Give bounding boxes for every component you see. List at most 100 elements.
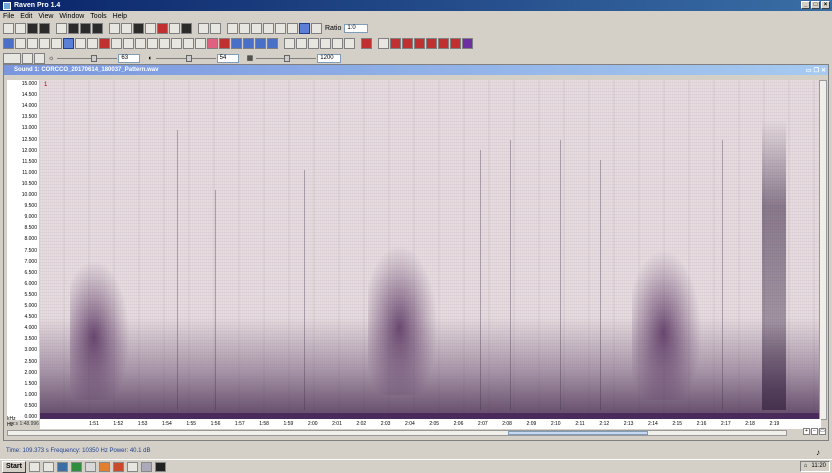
play-selection-icon[interactable] — [239, 22, 250, 34]
brightness-field[interactable]: 63 — [118, 53, 141, 63]
rate-icon[interactable] — [311, 22, 322, 34]
doc-restore-icon[interactable]: ❐ — [814, 66, 819, 76]
forward-icon[interactable] — [296, 37, 307, 49]
filter-icon[interactable] — [121, 22, 132, 34]
powerpoint-icon[interactable] — [112, 461, 124, 472]
play-icon[interactable] — [227, 22, 238, 34]
brightness-slider[interactable] — [57, 54, 118, 63]
align-center-icon[interactable] — [402, 37, 413, 49]
lines-icon[interactable] — [15, 37, 26, 49]
flag-icon[interactable] — [126, 461, 138, 472]
histogram-icon[interactable] — [39, 37, 50, 49]
hand-icon[interactable] — [75, 37, 86, 49]
horizontal-scrollbar[interactable] — [7, 430, 787, 436]
paste-icon[interactable] — [92, 22, 103, 34]
raven-task-icon[interactable] — [140, 461, 152, 472]
vertical-scrollbar[interactable] — [819, 80, 827, 420]
zoom-in-button[interactable]: + — [803, 428, 810, 435]
zoom-y-icon[interactable] — [171, 37, 182, 49]
scroll-thumb[interactable] — [508, 431, 648, 435]
close-button[interactable]: × — [821, 1, 830, 9]
play-forward-icon[interactable] — [263, 22, 274, 34]
zoom-in-icon[interactable] — [198, 22, 209, 34]
desktop-icon[interactable] — [42, 461, 54, 472]
size-field[interactable]: 1200 — [317, 53, 342, 63]
menu-window[interactable]: Window — [59, 13, 84, 20]
table-icon[interactable] — [181, 22, 192, 34]
grid-icon[interactable] — [169, 22, 180, 34]
stop-icon[interactable] — [287, 22, 298, 34]
align-icon[interactable] — [378, 37, 389, 49]
scroll-right-icon[interactable] — [195, 37, 206, 49]
zoom-out-button[interactable]: − — [811, 428, 818, 435]
delete-icon[interactable] — [157, 22, 168, 34]
excel-icon[interactable] — [70, 461, 82, 472]
spectrum-icon[interactable] — [51, 37, 62, 49]
record-icon[interactable] — [68, 22, 79, 34]
align-bottom-icon[interactable] — [450, 37, 461, 49]
spectrogram-view[interactable]: 1 — [40, 80, 821, 419]
clear-icon[interactable] — [361, 37, 372, 49]
panel-3-icon[interactable] — [255, 37, 266, 49]
zoom-sel-icon[interactable] — [147, 37, 158, 49]
menu-help[interactable]: Help — [113, 13, 127, 20]
play-visible-icon[interactable] — [251, 22, 262, 34]
open-icon[interactable] — [15, 22, 26, 34]
minimize-button[interactable]: _ — [801, 1, 810, 9]
bars-icon[interactable] — [27, 37, 38, 49]
new-icon[interactable] — [3, 22, 14, 34]
scroll-left-icon[interactable] — [183, 37, 194, 49]
menu-edit[interactable]: Edit — [20, 13, 32, 20]
panel-4-icon[interactable] — [267, 37, 278, 49]
align-mid-icon[interactable] — [438, 37, 449, 49]
terminal-icon[interactable] — [154, 461, 166, 472]
layout-icon[interactable] — [145, 22, 156, 34]
copy-sel-icon[interactable] — [320, 37, 331, 49]
explorer-icon[interactable] — [28, 461, 40, 472]
save-as-icon[interactable] — [39, 22, 50, 34]
firefox-icon[interactable] — [98, 461, 110, 472]
crosshair-icon[interactable] — [63, 37, 74, 49]
view-icon[interactable] — [133, 22, 144, 34]
save-icon[interactable] — [27, 22, 38, 34]
paste-sel-icon[interactable] — [332, 37, 343, 49]
settings-icon[interactable] — [344, 37, 355, 49]
expand-icon[interactable] — [462, 37, 473, 49]
refresh-icon[interactable] — [87, 37, 98, 49]
zoom-x-icon[interactable] — [159, 37, 170, 49]
tray-icon[interactable]: ⌂ — [804, 462, 808, 471]
zoom-fit-button[interactable]: ▭ — [819, 428, 826, 435]
view-select-icon[interactable] — [3, 52, 21, 64]
menu-file[interactable]: File — [3, 13, 14, 20]
contrast-field[interactable]: 54 — [216, 53, 239, 63]
marker-icon[interactable] — [219, 37, 230, 49]
align-right-icon[interactable] — [414, 37, 425, 49]
cut-icon[interactable] — [109, 22, 120, 34]
chrome-icon[interactable] — [84, 461, 96, 472]
panel-1-icon[interactable] — [231, 37, 242, 49]
size-slider[interactable] — [256, 54, 317, 63]
doc-minimize-icon[interactable]: ▭ — [806, 66, 812, 76]
doc-close-icon[interactable]: ✕ — [821, 66, 826, 76]
rewind-icon[interactable] — [275, 22, 286, 34]
palette-icon[interactable] — [34, 52, 45, 64]
zoom-all-icon[interactable] — [135, 37, 146, 49]
start-button[interactable]: Start — [2, 460, 26, 473]
back-icon[interactable] — [284, 37, 295, 49]
color-icon[interactable] — [22, 52, 33, 64]
copy-icon[interactable] — [80, 22, 91, 34]
align-left-icon[interactable] — [390, 37, 401, 49]
align-top-icon[interactable] — [426, 37, 437, 49]
zoom-out-icon[interactable] — [210, 22, 221, 34]
panel-2-icon[interactable] — [243, 37, 254, 49]
annotate-icon[interactable] — [207, 37, 218, 49]
menu-tools[interactable]: Tools — [90, 13, 106, 20]
ratio-field[interactable]: 1:0 — [344, 23, 369, 33]
word-icon[interactable] — [56, 461, 68, 472]
contrast-slider[interactable] — [155, 54, 216, 63]
cut-sel-icon[interactable] — [308, 37, 319, 49]
maximize-button[interactable]: □ — [811, 1, 820, 9]
zoom-box-icon[interactable] — [123, 37, 134, 49]
menu-view[interactable]: View — [38, 13, 53, 20]
loop-icon[interactable] — [299, 22, 310, 34]
